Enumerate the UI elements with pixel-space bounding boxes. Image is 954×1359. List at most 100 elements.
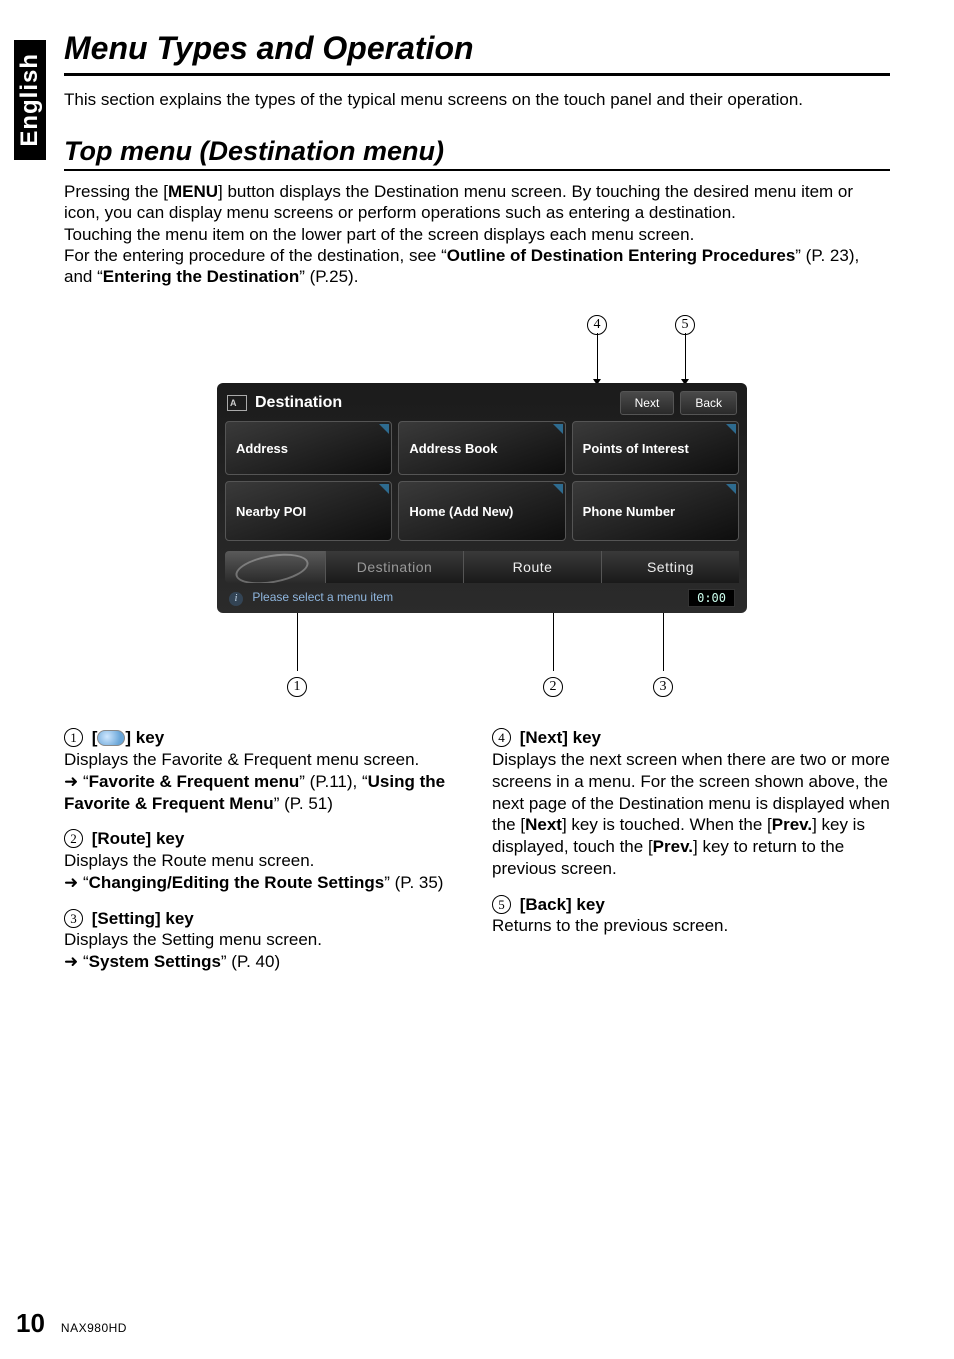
figure-area: 4 5 A Destination Next Back A (64, 311, 890, 711)
corner-icon (553, 484, 563, 494)
text: Prev. (653, 837, 693, 856)
key-item-2: 2 [Route] key Displays the Route menu sc… (64, 828, 462, 893)
left-column: 1 [] key Displays the Favorite & Frequen… (64, 727, 462, 987)
key-description: Displays the Route menu screen. (64, 850, 462, 872)
xref: Favorite & Frequent menu (89, 772, 300, 791)
section-title: Top menu (Destination menu) (64, 136, 890, 167)
home-button[interactable]: Home (Add New) (398, 481, 565, 541)
address-button[interactable]: Address (225, 421, 392, 475)
corner-icon (726, 484, 736, 494)
device-header: A Destination Next Back (225, 389, 739, 421)
screen-title-text: Destination (255, 394, 342, 412)
text: ” (P. 40) (221, 952, 280, 971)
key-item-3: 3 [Setting] key Displays the Setting men… (64, 908, 462, 973)
status-bar: i Please select a menu item 0:00 (225, 587, 739, 609)
bottom-tabs: Destination Route Setting (225, 551, 739, 583)
key-item-5: 5 [Back] key Returns to the previous scr… (492, 894, 890, 938)
callout-number: 1 (64, 728, 83, 747)
text: [Route] key (92, 829, 185, 848)
address-book-button[interactable]: Address Book (398, 421, 565, 475)
xref: Outline of Destination Entering Procedur… (447, 246, 796, 265)
back-button[interactable]: Back (680, 391, 737, 415)
arrow-icon: ➜ (64, 873, 78, 892)
callout-1: 1 (287, 673, 307, 697)
text: ] key is touched. When the [ (562, 815, 772, 834)
button-label: Home (Add New) (409, 504, 513, 519)
text: Next (525, 815, 562, 834)
corner-icon (553, 424, 563, 434)
text: Prev. (772, 815, 812, 834)
text: Touching the menu item on the lower part… (64, 225, 694, 244)
callout-line (553, 613, 554, 671)
text: [Next] key (520, 728, 601, 747)
page-number: 10 (16, 1308, 45, 1339)
tab-route[interactable]: Route (463, 551, 601, 583)
arrow-icon: ➜ (64, 952, 78, 971)
screen-title: A Destination (227, 394, 342, 412)
text: Pressing the [ (64, 182, 168, 201)
text: ] key (125, 728, 164, 747)
key-heading: 5 [Back] key (492, 894, 890, 916)
corner-icon (379, 424, 389, 434)
key-item-4: 4 [Next] key Displays the next screen wh… (492, 727, 890, 879)
figure: 4 5 A Destination Next Back A (197, 311, 757, 711)
corner-icon (726, 424, 736, 434)
language-label: English (16, 53, 44, 147)
button-label: Address Book (409, 441, 497, 456)
callout-5: 5 (675, 311, 695, 335)
section-paragraph: Pressing the [MENU] button displays the … (64, 181, 890, 287)
right-column: 4 [Next] key Displays the next screen wh… (492, 727, 890, 987)
corner-icon (379, 484, 389, 494)
key-heading: 2 [Route] key (64, 828, 462, 850)
xref: Changing/Editing the Route Settings (89, 873, 385, 892)
key-heading: 1 [] key (64, 727, 462, 749)
key-description: Displays the Setting menu screen. (64, 929, 462, 951)
keyboard-icon: A (227, 395, 247, 411)
callout-number: 2 (64, 829, 83, 848)
callout-line (597, 333, 598, 383)
text: ” (P.25). (299, 267, 358, 286)
xref: Entering the Destination (103, 267, 299, 286)
callout-number: 3 (64, 909, 83, 928)
arrow-icon: ➜ (64, 772, 78, 791)
key-description: Displays the next screen when there are … (492, 749, 890, 880)
key-description: Displays the Favorite & Frequent menu sc… (64, 749, 462, 771)
phone-number-button[interactable]: Phone Number (572, 481, 739, 541)
page-footer: 10 NAX980HD (16, 1308, 127, 1339)
next-button[interactable]: Next (620, 391, 675, 415)
nearby-poi-button[interactable]: Nearby POI (225, 481, 392, 541)
poi-button[interactable]: Points of Interest (572, 421, 739, 475)
nav-button-group: Next Back (620, 391, 737, 415)
button-label: Nearby POI (236, 504, 306, 519)
cross-reference: ➜ “System Settings” (P. 40) (64, 951, 462, 973)
callout-line (663, 613, 664, 671)
button-label: Address (236, 441, 288, 456)
button-label: Phone Number (583, 504, 675, 519)
cross-reference: ➜ “Favorite & Frequent menu” (P.11), “Us… (64, 771, 462, 815)
text: ” (P. 35) (384, 873, 443, 892)
menu-grid: Address Address Book Points of Interest … (225, 421, 739, 541)
callout-3: 3 (653, 673, 673, 697)
device-screenshot: A Destination Next Back Address Address … (217, 383, 747, 613)
text: [Setting] key (92, 909, 194, 928)
tab-destination[interactable]: Destination (325, 551, 463, 583)
callout-4: 4 (587, 311, 607, 335)
favorite-icon (97, 730, 125, 746)
callout-line (297, 613, 298, 671)
key-descriptions: 1 [] key Displays the Favorite & Frequen… (64, 727, 890, 987)
text: For the entering procedure of the destin… (64, 246, 447, 265)
intro-text: This section explains the types of the t… (64, 90, 890, 110)
favorite-key[interactable] (225, 551, 325, 583)
cross-reference: ➜ “Changing/Editing the Route Settings” … (64, 872, 462, 894)
tab-setting[interactable]: Setting (601, 551, 739, 583)
callout-number: 5 (492, 895, 511, 914)
key-heading: 4 [Next] key (492, 727, 890, 749)
key-item-1: 1 [] key Displays the Favorite & Frequen… (64, 727, 462, 814)
info-icon: i (229, 592, 243, 606)
page-content: Menu Types and Operation This section ex… (64, 30, 890, 987)
clock: 0:00 (688, 589, 735, 607)
divider (64, 169, 890, 171)
callout-line (685, 333, 686, 383)
text: ” (P. 51) (274, 794, 333, 813)
status-message: Please select a menu item (252, 590, 393, 604)
